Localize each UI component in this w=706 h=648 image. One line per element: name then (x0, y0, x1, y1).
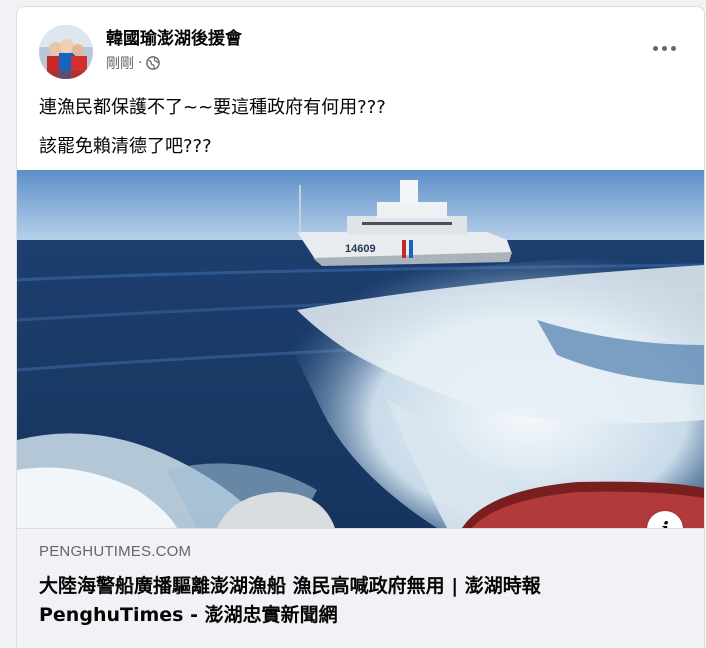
ship-hull-number: 14609 (345, 243, 376, 255)
post-text-line-1: 連漁民都保護不了~~要這種政府有何用??? (39, 97, 386, 118)
post-photo[interactable]: 14609 (17, 170, 704, 528)
meta-separator: · (138, 55, 143, 71)
link-domain: PENGHUTIMES.COM (39, 543, 192, 560)
page-name[interactable]: 韓國瑜澎湖後援會 (106, 24, 242, 49)
link-preview[interactable]: PENGHUTIMES.COM 大陸海警船廣播驅離澎湖漁船 漁民高喊政府無用 |… (17, 528, 704, 648)
post-timestamp[interactable]: 剛剛 (106, 53, 134, 73)
globe-icon (146, 56, 161, 70)
link-title-line-2: PenghuTimes - 澎湖忠實新聞網 (39, 604, 338, 626)
more-options-icon[interactable] (644, 33, 684, 63)
post-text-line-2: 該罷免賴清德了吧??? (39, 136, 212, 157)
page-avatar[interactable] (39, 25, 93, 79)
post-meta: 剛剛 · (106, 53, 161, 73)
facebook-post: 韓國瑜澎湖後援會 剛剛 · 連漁民都保護不了~~要這種政府有何用??? 該罷免賴… (16, 6, 705, 648)
link-title-line-1: 大陸海警船廣播驅離澎湖漁船 漁民高喊政府無用 | 澎湖時報 (39, 575, 541, 597)
